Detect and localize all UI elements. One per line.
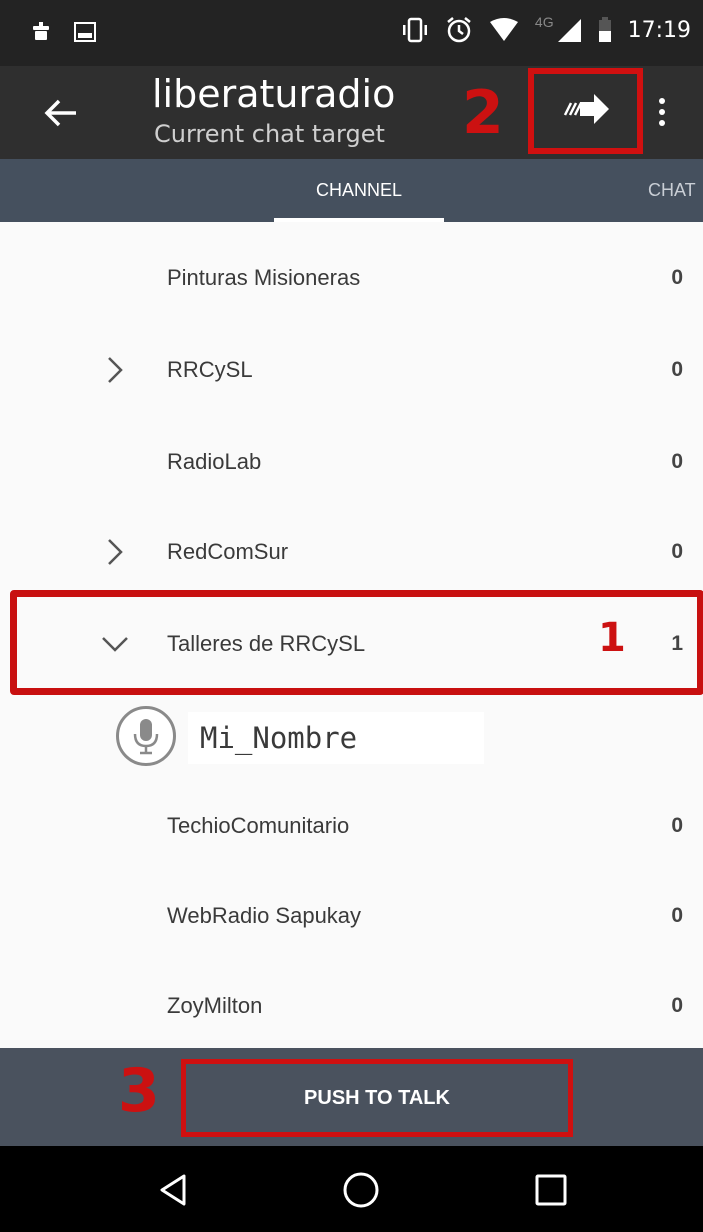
channel-user-count: 0 bbox=[671, 358, 683, 381]
nav-recents-icon bbox=[535, 1174, 567, 1206]
annotation-marker-3: 3 bbox=[118, 1056, 160, 1126]
notification-icon bbox=[33, 22, 49, 40]
microphone-icon bbox=[133, 719, 159, 755]
chevron-right-icon[interactable] bbox=[100, 355, 130, 385]
more-options-button[interactable] bbox=[650, 90, 674, 134]
tab-channel[interactable]: CHANNEL bbox=[274, 159, 444, 222]
wifi-icon bbox=[489, 18, 518, 41]
nav-back-icon bbox=[160, 1174, 186, 1206]
image-icon bbox=[74, 22, 96, 42]
channel-row[interactable]: ZoyMilton 0 bbox=[0, 960, 703, 1052]
channel-name: RedComSur bbox=[167, 539, 289, 564]
chat-target-title: liberaturadio bbox=[152, 72, 396, 116]
nav-home-button[interactable] bbox=[331, 1160, 391, 1220]
send-button[interactable] bbox=[548, 84, 624, 134]
tab-bar: CHANNEL CHAT bbox=[0, 159, 703, 222]
clock: 17:19 bbox=[627, 17, 691, 43]
back-arrow-icon bbox=[44, 99, 76, 127]
channel-user-count: 0 bbox=[671, 266, 683, 289]
channel-name: ZoyMilton bbox=[167, 993, 263, 1018]
channel-row[interactable]: TechioComunitario 0 bbox=[0, 780, 703, 872]
channel-user-count: 0 bbox=[671, 904, 683, 927]
battery-icon bbox=[598, 17, 611, 42]
channel-user-count: 0 bbox=[671, 814, 683, 837]
channel-row[interactable]: WebRadio Sapukay 0 bbox=[0, 870, 703, 962]
channel-name: WebRadio Sapukay bbox=[167, 903, 362, 928]
channel-user-count: 0 bbox=[671, 540, 683, 563]
navigation-bar bbox=[0, 1146, 703, 1232]
channel-user-count: 0 bbox=[671, 450, 683, 473]
nav-recents-button[interactable] bbox=[521, 1160, 581, 1220]
tab-chat[interactable]: CHAT bbox=[648, 159, 696, 222]
vibrate-icon bbox=[402, 17, 427, 43]
channel-row[interactable]: RadioLab 0 bbox=[0, 416, 703, 508]
back-button[interactable] bbox=[36, 88, 86, 138]
nav-back-button[interactable] bbox=[144, 1160, 204, 1220]
network-type-label: 4G bbox=[534, 14, 554, 30]
channel-name: RadioLab bbox=[167, 449, 262, 474]
send-arrow-icon bbox=[563, 94, 609, 124]
status-bar: 4G 17:19 bbox=[0, 0, 703, 66]
user-name: Mi_Nombre bbox=[200, 721, 358, 755]
push-to-talk-button[interactable]: PUSH TO TALK bbox=[181, 1059, 573, 1137]
alarm-icon bbox=[447, 17, 471, 43]
signal-icon bbox=[557, 19, 581, 42]
channel-row[interactable]: RRCySL 0 bbox=[0, 324, 703, 416]
more-vert-icon bbox=[659, 98, 665, 104]
channel-row[interactable]: RedComSur 0 bbox=[0, 506, 703, 598]
channel-user-count: 0 bbox=[671, 994, 683, 1017]
annotation-marker-2: 2 bbox=[462, 78, 504, 148]
user-row[interactable]: Mi_Nombre bbox=[0, 700, 703, 772]
nav-home-icon bbox=[343, 1172, 379, 1208]
annotation-marker-1: 1 bbox=[598, 615, 626, 661]
channel-name: Pinturas Misioneras bbox=[167, 265, 361, 290]
channel-row[interactable]: Pinturas Misioneras 0 bbox=[0, 232, 703, 324]
chat-target-subtitle: Current chat target bbox=[154, 120, 385, 148]
push-to-talk-bar: 3 PUSH TO TALK bbox=[0, 1048, 703, 1146]
channel-name: TechioComunitario bbox=[167, 813, 350, 838]
chevron-right-icon[interactable] bbox=[100, 537, 130, 567]
channel-name: RRCySL bbox=[167, 357, 253, 382]
user-avatar bbox=[116, 706, 176, 766]
